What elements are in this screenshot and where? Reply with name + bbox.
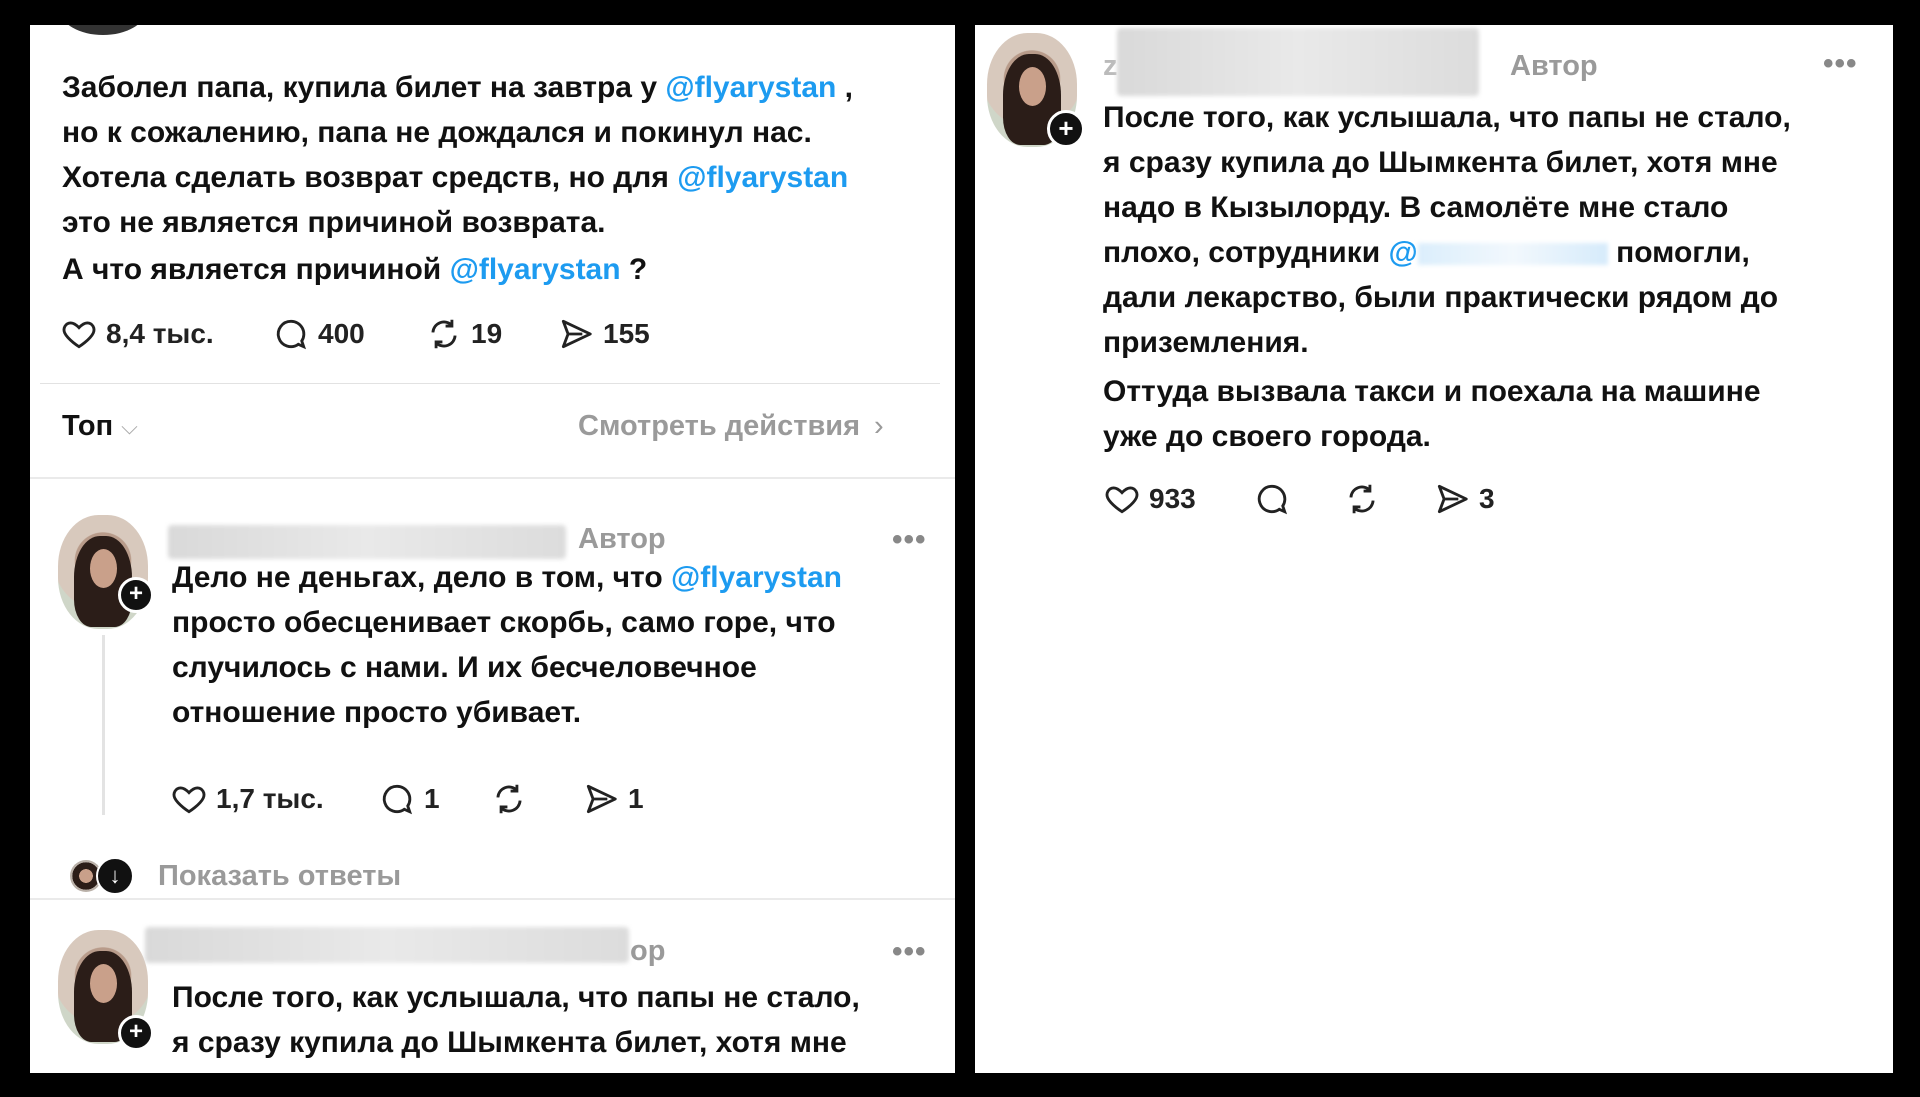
heart-icon — [172, 786, 206, 814]
redacted-username — [168, 525, 566, 559]
chevron-right-icon: › — [874, 410, 884, 442]
share-button[interactable]: 3 — [1433, 480, 1495, 518]
like-button[interactable]: 8,4 тыс. — [60, 315, 214, 353]
comment-icon — [382, 784, 413, 815]
share-count: 3 — [1479, 483, 1495, 514]
follow-plus-icon[interactable]: + — [118, 577, 154, 613]
sort-label: Топ — [62, 410, 114, 442]
reply-line: просто обесценивает скорбь, само горе, ч… — [172, 606, 836, 639]
post-line: но к сожалению, папа не дождался и покин… — [62, 116, 812, 149]
reply-button[interactable] — [1253, 480, 1299, 518]
heart-icon — [1105, 486, 1139, 514]
mention-link[interactable]: @flyarystan — [671, 561, 842, 594]
post-line: Заболел папа, купила билет на завтра у @… — [62, 71, 854, 104]
author-badge: ор — [630, 935, 666, 967]
reply-line: дали лекарство, были практически рядом д… — [1103, 281, 1779, 314]
like-button[interactable]: 1,7 тыс. — [170, 780, 324, 818]
view-activity-label: Смотреть действия — [578, 410, 861, 442]
right-screenshot-panel: + z Автор ••• После того, как услышала, … — [975, 25, 1893, 1073]
reply-text: После того, как услышала, что папы не ст… — [1103, 95, 1883, 459]
reply-button[interactable]: 400 — [272, 315, 365, 353]
reply-line: я сразу купила до Шымкента билет, хотя м… — [172, 1026, 847, 1059]
divider — [40, 383, 940, 384]
mention-link[interactable]: @ — [1389, 236, 1418, 269]
arrow-down-icon: ↓ — [96, 857, 134, 895]
divider — [30, 477, 955, 479]
divider — [30, 898, 955, 900]
post-author-avatar[interactable] — [60, 25, 146, 35]
view-activity-link[interactable]: Смотреть действия › — [578, 410, 884, 443]
repost-button[interactable] — [1343, 480, 1389, 518]
reply-line: После того, как услышала, что папы не ст… — [1103, 101, 1791, 134]
show-replies-label: Показать ответы — [158, 859, 402, 892]
left-screenshot-panel: Заболел папа, купила билет на завтра у @… — [30, 25, 955, 1073]
post-text: Заболел папа, купила билет на завтра у @… — [62, 65, 942, 292]
reply-line: случилось с нами. И их бесчеловечное — [172, 651, 757, 684]
author-badge: Автор — [578, 523, 666, 555]
post-line: А что является причиной @flyarystan ? — [62, 253, 648, 286]
like-count: 933 — [1149, 483, 1196, 514]
reply-line: я сразу купила до Шымкента билет, хотя м… — [1103, 146, 1778, 179]
redacted-mention — [1417, 243, 1608, 266]
mention-link[interactable]: @flyarystan — [450, 253, 621, 286]
author-badge: Автор — [1510, 50, 1598, 82]
follow-plus-icon[interactable]: + — [118, 1015, 154, 1051]
post-line: это не является причиной возврата. — [62, 206, 606, 239]
sort-dropdown[interactable]: Топ ⌵ — [62, 410, 138, 443]
reply-line: уже до своего города. — [1103, 420, 1431, 453]
thread-line — [102, 635, 105, 815]
like-count: 8,4 тыс. — [106, 318, 214, 349]
reply-line: приземления. — [1103, 326, 1309, 359]
repost-button[interactable]: 19 — [425, 315, 502, 353]
like-count: 1,7 тыс. — [216, 783, 324, 814]
more-options-icon[interactable]: ••• — [892, 523, 927, 557]
repost-icon — [431, 319, 457, 349]
repost-count: 19 — [471, 318, 503, 349]
heart-icon — [62, 321, 96, 349]
more-options-icon[interactable]: ••• — [1823, 47, 1858, 81]
mention-link[interactable]: @flyarystan — [677, 161, 848, 194]
reply-line: Оттуда вызвала такси и поехала на машине — [1103, 375, 1761, 408]
reply-line: плохо, сотрудники @ помогли, — [1103, 236, 1750, 269]
send-icon — [561, 319, 592, 349]
comment-icon — [1257, 484, 1288, 515]
reply-button[interactable]: 1 — [378, 780, 440, 818]
repost-icon — [496, 784, 522, 814]
share-count: 155 — [603, 318, 650, 349]
repost-icon — [1349, 484, 1375, 514]
share-count: 1 — [628, 783, 644, 814]
reply-count: 400 — [318, 318, 365, 349]
redacted-username — [145, 927, 629, 963]
redacted-username — [1117, 28, 1479, 96]
reply-line: После того, как услышала, что папы не ст… — [172, 981, 860, 1014]
reply-line: надо в Кызылорду. В самолёте мне стало — [1103, 191, 1729, 224]
show-replies-row[interactable]: ↓ Показать ответы — [70, 857, 401, 895]
send-icon — [1437, 484, 1468, 514]
username-initial: z — [1103, 50, 1118, 82]
send-icon — [586, 784, 617, 814]
reply-count: 1 — [424, 783, 440, 814]
reply-text: После того, как услышала, что папы не ст… — [172, 975, 952, 1065]
reply-text: Дело не деньгах, дело в том, что @flyary… — [172, 555, 952, 735]
more-options-icon[interactable]: ••• — [892, 935, 927, 969]
post-line: Хотела сделать возврат средств, но для @… — [62, 161, 849, 194]
comment-icon — [276, 319, 307, 350]
reply-line: отношение просто убивает. — [172, 696, 582, 729]
share-button[interactable]: 1 — [582, 780, 644, 818]
share-button[interactable]: 155 — [557, 315, 650, 353]
like-button[interactable]: 933 — [1103, 480, 1196, 518]
repost-button[interactable] — [490, 780, 536, 818]
mention-link[interactable]: @flyarystan — [665, 71, 836, 104]
reply-line: Дело не деньгах, дело в том, что @flyary… — [172, 561, 842, 594]
follow-plus-icon[interactable]: + — [1047, 110, 1085, 148]
chevron-down-icon: ⌵ — [121, 413, 138, 439]
